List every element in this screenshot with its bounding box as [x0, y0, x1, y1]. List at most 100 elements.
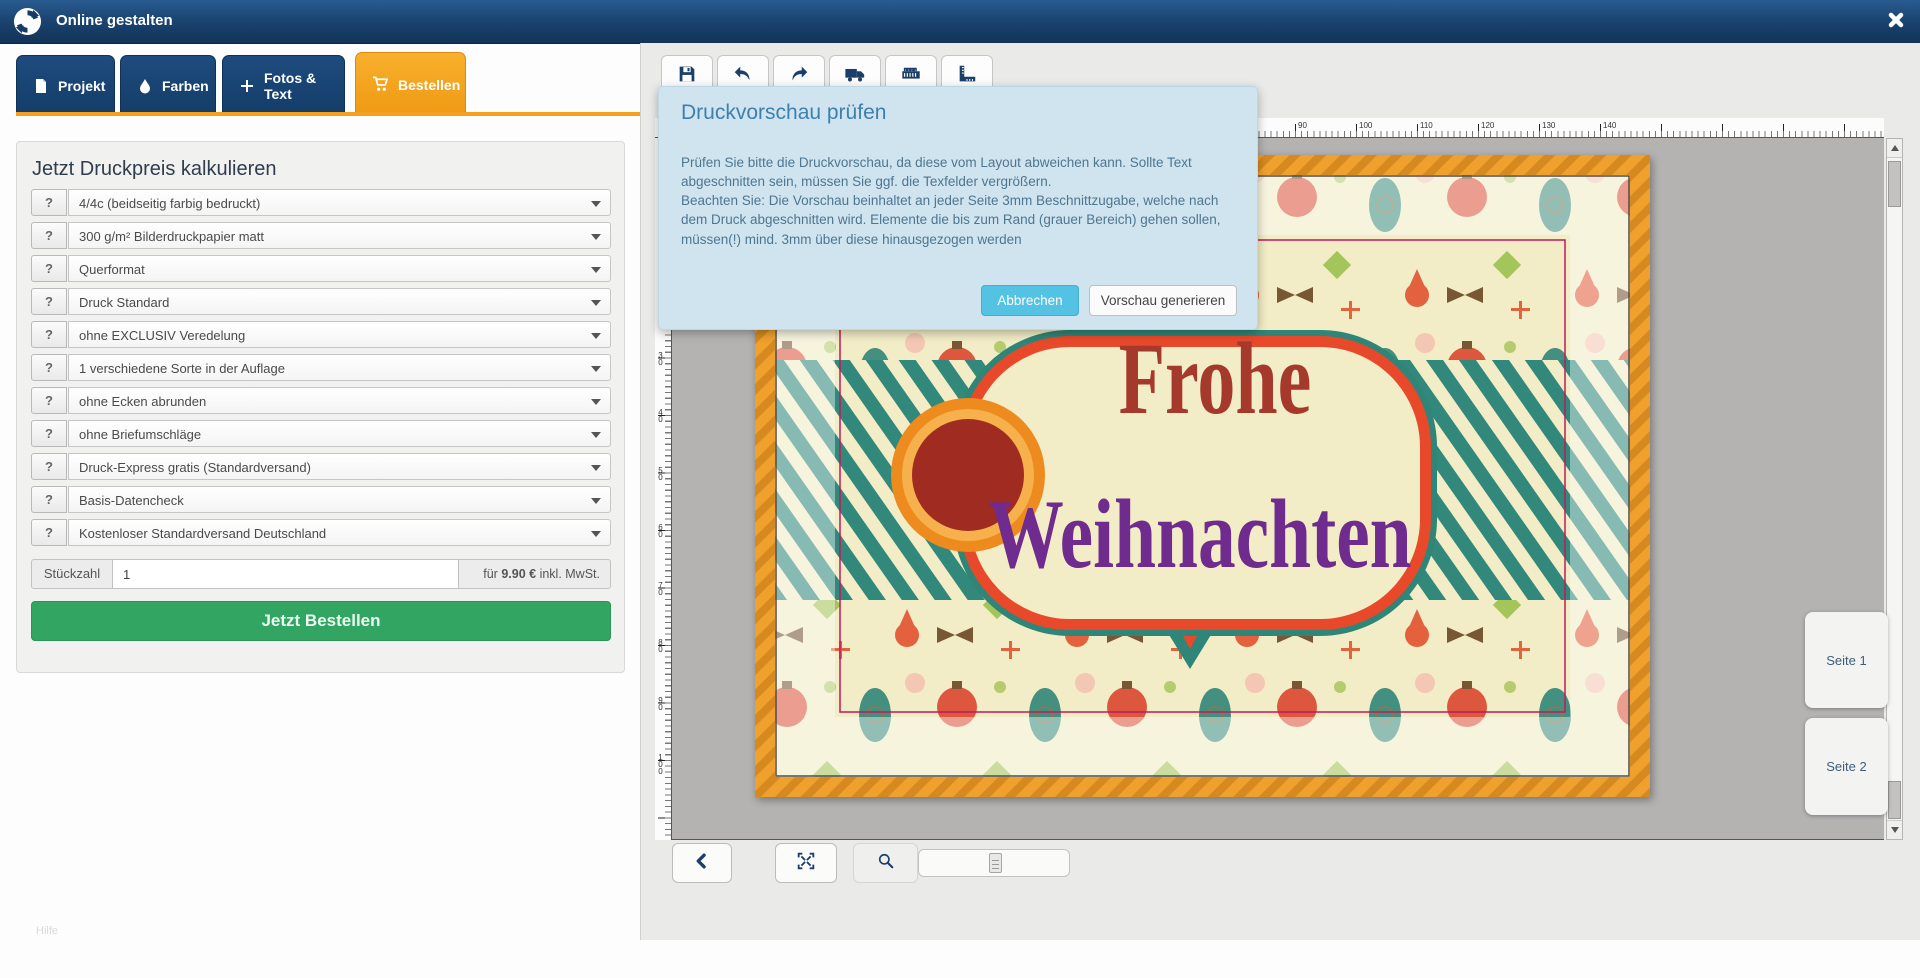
help-button[interactable]: ? [31, 222, 67, 249]
select-variety[interactable]: 1 verschiedene Sorte in der Auflage [68, 354, 611, 381]
active-tab-underline [16, 112, 640, 116]
panel-title: Jetzt Druckpreis kalkulieren [32, 158, 277, 181]
select-finish[interactable]: ohne EXCLUSIV Veredelung [68, 321, 611, 348]
chevron-left-icon [692, 851, 712, 876]
select-format[interactable]: Querformat [68, 255, 611, 282]
dropdown-caret-icon [591, 267, 601, 273]
dropdown-caret-icon [591, 300, 601, 306]
dropdown-caret-icon [591, 234, 601, 240]
tab-label: Projekt [58, 78, 105, 94]
select-envelopes[interactable]: ohne Briefumschläge [68, 420, 611, 447]
select-paper[interactable]: 300 g/m² Bilderdruckpapier matt [68, 222, 611, 249]
select-shipping[interactable]: Kostenloser Standardversand Deutschland [68, 519, 611, 546]
up-arrow-icon [1891, 145, 1899, 151]
ruler-label: 40 [656, 408, 665, 422]
select-corners[interactable]: ohne Ecken abrunden [68, 387, 611, 414]
select-datacheck[interactable]: Basis-Datencheck [68, 486, 611, 513]
help-button[interactable]: ? [31, 189, 67, 216]
help-button[interactable]: ? [31, 420, 67, 447]
ruler-label: 100 [1359, 121, 1372, 130]
select-color-mode[interactable]: 4/4c (beidseitig farbig bedruckt) [68, 189, 611, 216]
dropdown-caret-icon [591, 498, 601, 504]
tab-projekt[interactable]: Projekt [16, 55, 115, 116]
canvas-vertical-scrollbar[interactable] [1886, 138, 1903, 840]
select-print-quality[interactable]: Druck Standard [68, 288, 611, 315]
dropdown-caret-icon [591, 201, 601, 207]
option-row: ? Kostenloser Standardversand Deutschlan… [31, 519, 611, 546]
order-button[interactable]: Jetzt Bestellen [31, 601, 611, 641]
expand-icon [795, 850, 817, 877]
ruler-label: 50 [656, 466, 665, 480]
generate-preview-button[interactable]: Vorschau generieren [1089, 285, 1237, 316]
price-prefix: für [483, 567, 498, 581]
help-button[interactable]: ? [31, 255, 67, 282]
quantity-input[interactable] [112, 559, 459, 589]
select-express[interactable]: Druck-Express gratis (Standardversand) [68, 453, 611, 480]
cancel-button[interactable]: Abbrechen [981, 285, 1079, 316]
dialog-paragraph-1: Prüfen Sie bitte die Druckvorschau, da d… [681, 155, 1192, 189]
document-icon [33, 78, 49, 95]
scroll-down-button[interactable] [1887, 820, 1902, 839]
option-row: ? Querformat [31, 255, 611, 282]
help-button[interactable]: ? [31, 288, 67, 315]
help-button[interactable]: ? [31, 486, 67, 513]
option-row: ? Basis-Datencheck [31, 486, 611, 513]
ruler-label: 80 [656, 638, 665, 652]
tab-label: Bestellen [398, 77, 460, 93]
zoom-button[interactable] [853, 843, 918, 883]
dialog-title: Druckvorschau prüfen [681, 101, 886, 125]
tab-bestellen[interactable]: Bestellen [355, 52, 466, 116]
help-button[interactable]: ? [31, 321, 67, 348]
ruler-label: 60 [656, 523, 665, 537]
tab-label: Fotos & Text [264, 70, 328, 102]
paint-icon [137, 78, 153, 95]
option-row: ? Druck Standard [31, 288, 611, 315]
ruler-label: 140 [1603, 121, 1616, 130]
price-calculator-panel: Jetzt Druckpreis kalkulieren ? 4/4c (bei… [16, 141, 625, 673]
fit-to-screen-button[interactable] [775, 843, 837, 883]
help-link[interactable]: Hilfe [36, 925, 58, 937]
price-suffix: inkl. MwSt. [540, 567, 600, 581]
quantity-row: Stückzahl für 9.90 € inkl. MwSt. [31, 559, 611, 589]
dialog-paragraph-2: Beachten Sie: Die Vorschau beinhaltet an… [681, 193, 1221, 246]
dropdown-caret-icon [591, 465, 601, 471]
ruler-label: 120 [1481, 121, 1494, 130]
ruler-label: 30 [656, 351, 665, 365]
zoom-slider-handle[interactable] [989, 853, 1002, 873]
ruler-label: 130 [1542, 121, 1555, 130]
price-display: für 9.90 € inkl. MwSt. [458, 559, 611, 589]
panel-divider [640, 43, 641, 940]
back-button[interactable] [672, 843, 732, 883]
dropdown-caret-icon [591, 333, 601, 339]
scrollbar-thumb-lower[interactable] [1888, 781, 1901, 819]
quantity-label: Stückzahl [31, 559, 113, 589]
app-title: Online gestalten [56, 12, 173, 29]
dropdown-caret-icon [591, 366, 601, 372]
magnifier-icon [876, 851, 896, 876]
help-button[interactable]: ? [31, 453, 67, 480]
scroll-up-button[interactable] [1887, 139, 1902, 158]
option-row: ? ohne EXCLUSIV Veredelung [31, 321, 611, 348]
scrollbar-thumb[interactable] [1888, 161, 1901, 207]
close-icon[interactable] [1886, 10, 1908, 32]
tab-farben[interactable]: Farben [120, 55, 216, 116]
ruler-label: 90 [656, 696, 665, 710]
tab-label: Farben [162, 78, 209, 94]
tab-fotos-text[interactable]: Fotos & Text [222, 55, 345, 116]
help-button[interactable]: ? [31, 354, 67, 381]
page-thumbnail-1[interactable]: Seite 1 [1805, 612, 1888, 708]
zoom-slider[interactable] [918, 849, 1070, 877]
ruler-label: 70 [656, 581, 665, 595]
dropdown-caret-icon [591, 432, 601, 438]
app-logo-icon [13, 7, 42, 36]
price-value: 9.90 € [501, 567, 536, 581]
print-preview-dialog: Druckvorschau prüfen Prüfen Sie bitte di… [658, 86, 1258, 330]
page-thumbnail-2[interactable]: Seite 2 [1805, 718, 1888, 815]
ruler-label: 90 [1298, 121, 1307, 130]
plus-icon [239, 78, 255, 95]
help-button[interactable]: ? [31, 519, 67, 546]
help-button[interactable]: ? [31, 387, 67, 414]
card-greeting-line2: Weihnachten [988, 479, 1411, 588]
down-arrow-icon [1891, 827, 1899, 833]
topbar: Online gestalten [0, 0, 1920, 44]
